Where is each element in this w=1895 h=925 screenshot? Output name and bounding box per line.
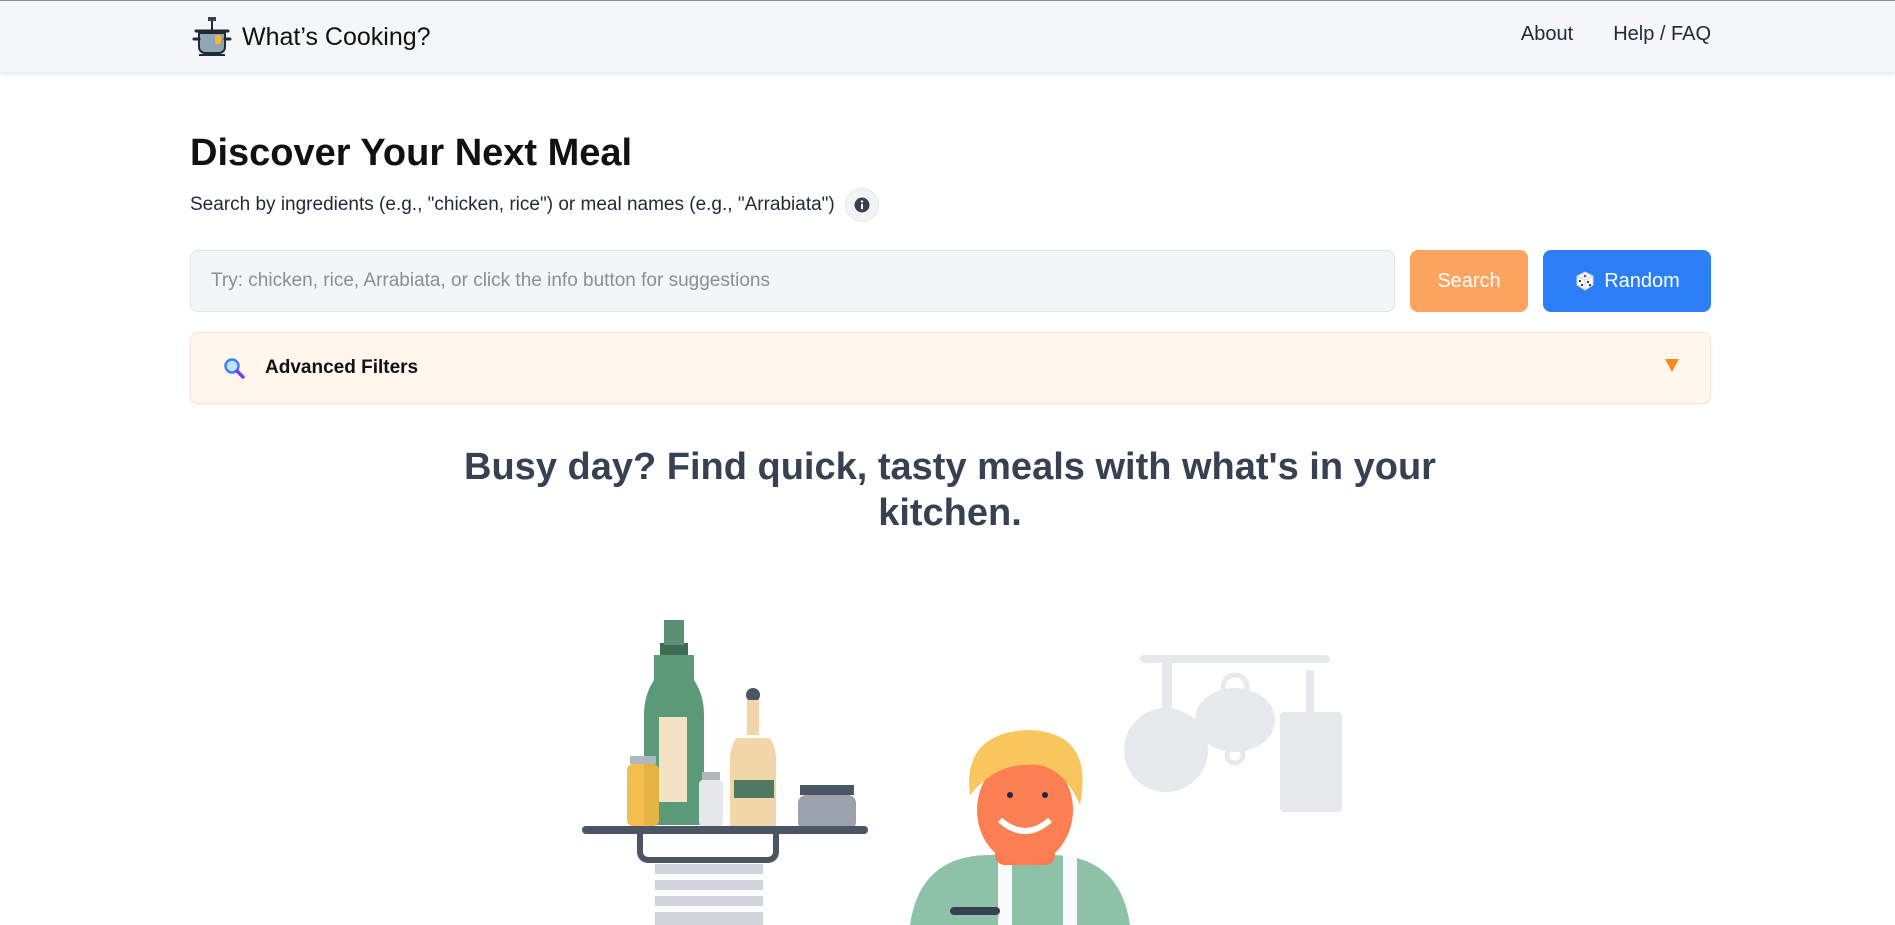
nav-links: About Help / FAQ: [1521, 23, 1711, 46]
triangle-down-icon: [1665, 359, 1679, 372]
random-button-label: Random: [1604, 269, 1680, 292]
page-title: Discover Your Next Meal: [190, 132, 633, 174]
top-navbar: What’s Cooking? About Help / FAQ: [0, 0, 1895, 72]
search-input[interactable]: [190, 250, 1395, 312]
hanging-pans: [1124, 655, 1342, 812]
search-button[interactable]: Search: [1410, 250, 1528, 312]
info-icon: [854, 197, 870, 213]
advanced-filters-label: Advanced Filters: [265, 357, 419, 378]
app-title: What’s Cooking?: [242, 22, 431, 51]
smiling-chef: [910, 730, 1130, 925]
shelf-with-bottles: [582, 620, 868, 925]
kitchen-chef-illustration: [582, 620, 1342, 925]
nav-about-link[interactable]: About: [1521, 23, 1573, 46]
search-hint: Search by ingredients (e.g., "chicken, r…: [190, 194, 835, 215]
advanced-filters-toggle[interactable]: Advanced Filters: [190, 332, 1711, 404]
info-button[interactable]: [844, 188, 879, 222]
tagline: Busy day? Find quick, tasty meals with w…: [464, 446, 1436, 534]
brand-logo-link[interactable]: What’s Cooking?: [190, 15, 431, 59]
random-button[interactable]: Random: [1543, 250, 1711, 312]
cooking-pot-icon: [192, 17, 232, 56]
search-button-label: Search: [1437, 269, 1501, 292]
magnifier-icon: [224, 358, 245, 379]
nav-help-faq-link[interactable]: Help / FAQ: [1613, 23, 1711, 46]
dice-icon: [1576, 271, 1594, 291]
subtitle-row: Search by ingredients (e.g., "chicken, r…: [190, 188, 879, 222]
